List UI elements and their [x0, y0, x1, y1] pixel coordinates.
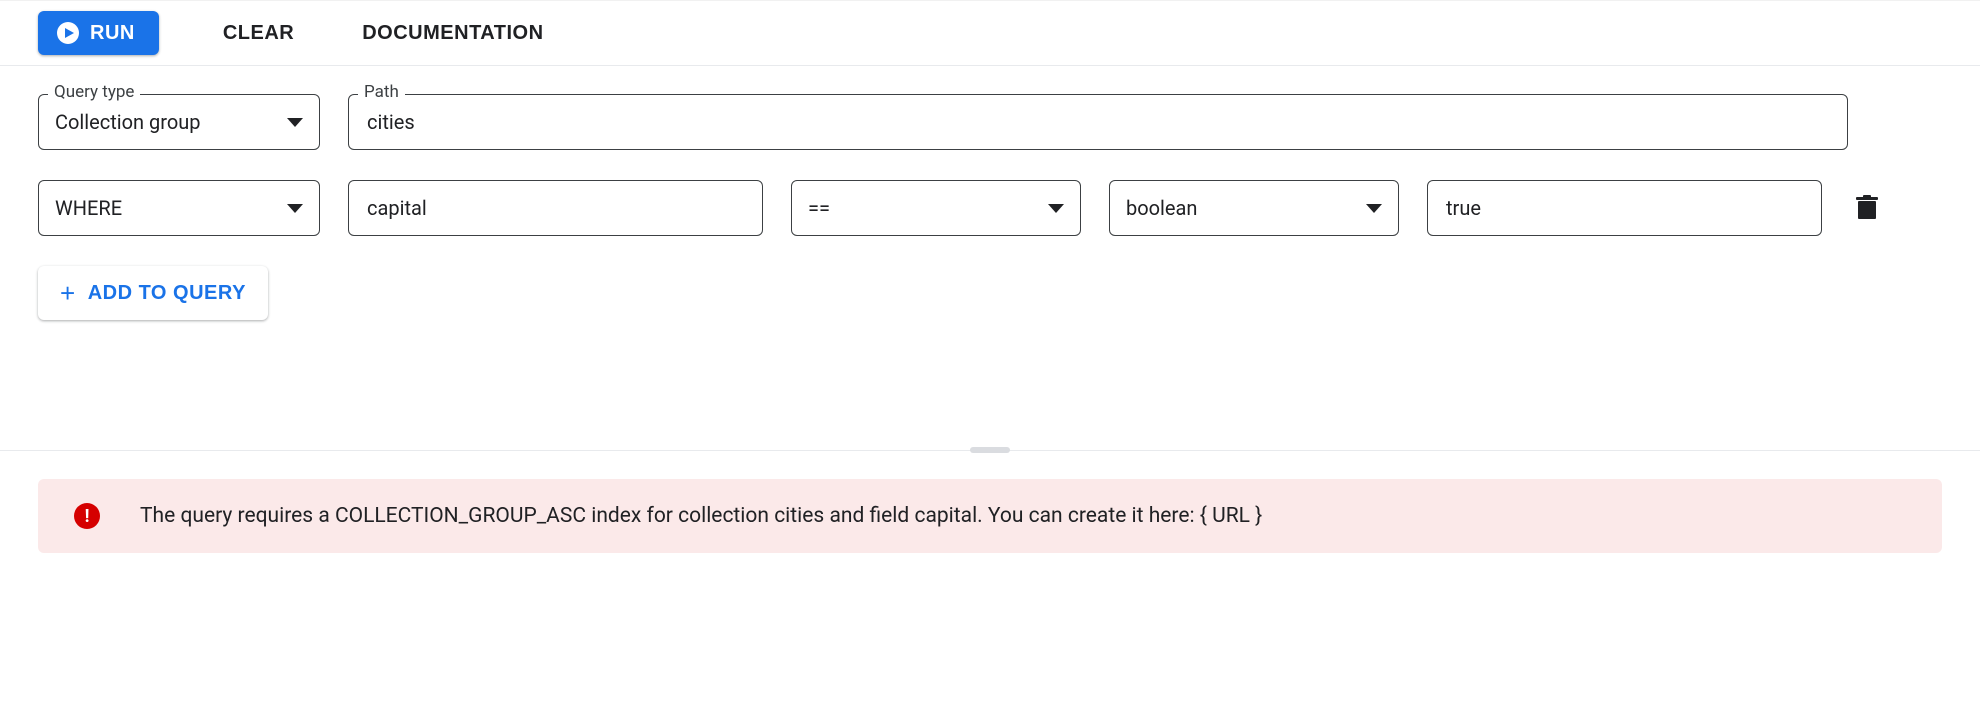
resize-divider[interactable] — [0, 450, 1980, 451]
error-message: The query requires a COLLECTION_GROUP_AS… — [140, 504, 1262, 528]
query-type-label: Query type — [48, 82, 140, 102]
query-type-value: Collection group — [55, 110, 201, 134]
clause-value: WHERE — [55, 196, 122, 220]
error-alert: ! The query requires a COLLECTION_GROUP_… — [38, 479, 1942, 553]
grip-icon — [970, 447, 1010, 453]
path-field: Path — [348, 94, 1848, 150]
where-operator-value: == — [808, 196, 830, 220]
caret-down-icon — [287, 118, 303, 127]
clear-button[interactable]: CLEAR — [219, 12, 298, 55]
run-label: RUN — [90, 22, 135, 45]
clause-select[interactable]: WHERE — [38, 180, 320, 236]
where-value-input[interactable] — [1444, 195, 1805, 221]
toolbar: RUN CLEAR DOCUMENTATION — [0, 0, 1980, 66]
play-icon — [56, 21, 80, 45]
delete-clause-button[interactable] — [1850, 189, 1884, 227]
where-value-input-wrapper — [1427, 180, 1822, 236]
path-input[interactable] — [365, 109, 1831, 135]
caret-down-icon — [1366, 204, 1382, 213]
where-field-input[interactable] — [365, 195, 746, 221]
where-operator-select[interactable]: == — [791, 180, 1081, 236]
run-button[interactable]: RUN — [38, 11, 159, 55]
caret-down-icon — [1048, 204, 1064, 213]
query-builder: Query type Collection group Path WHERE =… — [0, 66, 1980, 360]
where-field-input-wrapper — [348, 180, 763, 236]
query-type-select[interactable]: Collection group — [38, 94, 320, 150]
trash-icon — [1856, 195, 1878, 221]
where-type-select[interactable]: boolean — [1109, 180, 1399, 236]
plus-icon: + — [60, 280, 76, 306]
error-icon: ! — [74, 503, 100, 529]
path-input-wrapper — [348, 94, 1848, 150]
query-type-field: Query type Collection group — [38, 94, 320, 150]
add-to-query-button[interactable]: + ADD TO QUERY — [38, 266, 268, 320]
path-label: Path — [358, 82, 405, 102]
documentation-button[interactable]: DOCUMENTATION — [358, 12, 547, 55]
caret-down-icon — [287, 204, 303, 213]
add-to-query-label: ADD TO QUERY — [88, 282, 246, 305]
where-type-value: boolean — [1126, 196, 1197, 220]
